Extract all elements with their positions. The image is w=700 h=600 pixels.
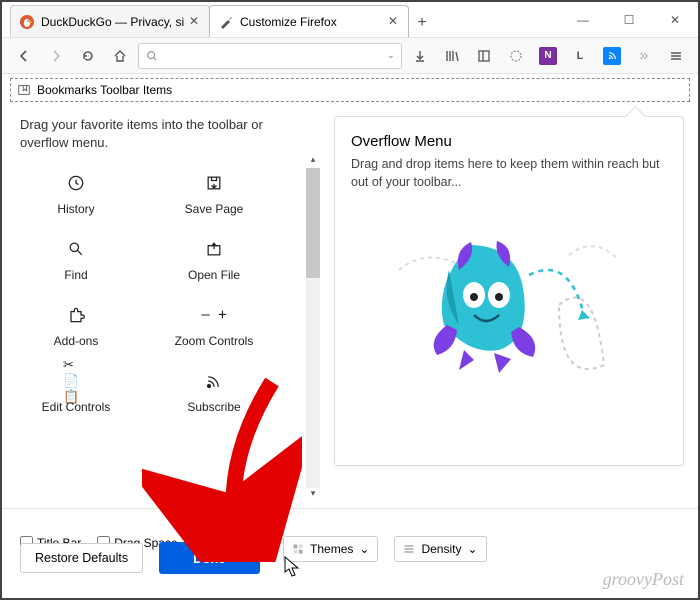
editctrl-item[interactable]: ✂​📄​📋Edit Controls <box>20 368 132 414</box>
history-item[interactable]: History <box>20 170 132 216</box>
minimize-button[interactable]: — <box>560 2 606 37</box>
tabbar: DuckDuckGo — Privacy, si ✕ Customize Fir… <box>2 2 560 37</box>
overflow-title: Overflow Menu <box>351 133 667 150</box>
themes-dropdown[interactable]: Themes⌄ <box>283 536 378 562</box>
chevron-down-icon[interactable]: ⌄ <box>387 50 395 61</box>
zoom-icon: — + <box>201 302 227 328</box>
bookmarks-icon <box>17 83 31 97</box>
reload-button[interactable] <box>74 42 102 70</box>
bottom-bar: Title Bar Drag Space bars⌄ Themes⌄ Densi… <box>2 508 698 588</box>
home-button[interactable] <box>106 42 134 70</box>
window-controls: — ☐ ✕ <box>560 2 698 37</box>
tab-title: DuckDuckGo — Privacy, si <box>41 15 187 29</box>
overflow-toolbar-button[interactable]: » <box>630 42 658 70</box>
density-dropdown[interactable]: Density⌄ <box>394 536 486 562</box>
palette-grid: History Save Page Find Open File Add-ons… <box>20 170 270 414</box>
newtab-button[interactable]: + <box>408 9 436 37</box>
back-button[interactable] <box>10 42 38 70</box>
sidebars-button[interactable] <box>470 42 498 70</box>
urlbar[interactable]: ⌄ <box>138 43 402 69</box>
openfile-icon <box>201 236 227 262</box>
done-button[interactable]: Done <box>159 542 260 574</box>
tab-duckduckgo[interactable]: DuckDuckGo — Privacy, si ✕ <box>10 5 210 37</box>
duck-icon <box>19 14 35 30</box>
palette-scrollbar[interactable]: ▴ ▾ <box>306 168 320 488</box>
subscribe-item[interactable]: Subscribe <box>158 368 270 414</box>
savepage-item[interactable]: Save Page <box>158 170 270 216</box>
restore-defaults-button[interactable]: Restore Defaults <box>20 543 143 573</box>
clock-icon <box>63 170 89 196</box>
find-item[interactable]: Find <box>20 236 132 282</box>
brush-icon <box>218 14 234 30</box>
puzzle-icon <box>63 302 89 328</box>
search-icon <box>63 236 89 262</box>
tab-title: Customize Firefox <box>240 15 386 29</box>
instructions-text: Drag your favorite items into the toolba… <box>20 116 310 152</box>
overflow-panel[interactable]: Overflow Menu Drag and drop items here t… <box>334 116 684 466</box>
openfile-item[interactable]: Open File <box>158 236 270 282</box>
library-button[interactable] <box>438 42 466 70</box>
edit-icon: ✂​📄​📋 <box>63 368 89 394</box>
downloads-button[interactable] <box>406 42 434 70</box>
bookmarks-toolbar-dropzone[interactable]: Bookmarks Toolbar Items <box>10 78 690 102</box>
titlebar: DuckDuckGo — Privacy, si ✕ Customize Fir… <box>2 2 698 38</box>
scroll-thumb[interactable] <box>306 168 320 278</box>
lastpass-button[interactable]: L <box>566 42 594 70</box>
watermark: groovyPost <box>603 569 684 590</box>
customize-main: Drag your favorite items into the toolba… <box>2 102 698 502</box>
chevron-down-icon: ⌄ <box>359 542 369 556</box>
zoom-item[interactable]: — +Zoom Controls <box>158 302 270 348</box>
scroll-up-arrow[interactable]: ▴ <box>306 154 320 168</box>
themes-icon <box>292 543 304 555</box>
tab-customize[interactable]: Customize Firefox ✕ <box>209 5 409 37</box>
rss-icon <box>201 368 227 394</box>
chevron-down-icon: ⌄ <box>467 542 477 556</box>
onenote-button[interactable]: N <box>534 42 562 70</box>
forward-button[interactable] <box>42 42 70 70</box>
density-icon <box>403 543 415 555</box>
palette-column: Drag your favorite items into the toolba… <box>20 116 320 502</box>
hamburger-menu-button[interactable] <box>662 42 690 70</box>
overflow-illustration <box>351 215 667 385</box>
close-icon[interactable]: ✕ <box>187 15 201 29</box>
save-icon <box>201 170 227 196</box>
scroll-down-arrow[interactable]: ▾ <box>306 488 320 502</box>
addons-item[interactable]: Add-ons <box>20 302 132 348</box>
notifications-button[interactable] <box>502 42 530 70</box>
close-icon[interactable]: ✕ <box>386 15 400 29</box>
overflow-desc: Drag and drop items here to keep them wi… <box>351 156 667 191</box>
bookmarks-toolbar-label: Bookmarks Toolbar Items <box>37 83 172 97</box>
navbar: ⌄ N L » <box>2 38 698 74</box>
search-icon <box>145 49 159 63</box>
maximize-button[interactable]: ☐ <box>606 2 652 37</box>
close-window-button[interactable]: ✕ <box>652 2 698 37</box>
rss-button[interactable] <box>598 42 626 70</box>
